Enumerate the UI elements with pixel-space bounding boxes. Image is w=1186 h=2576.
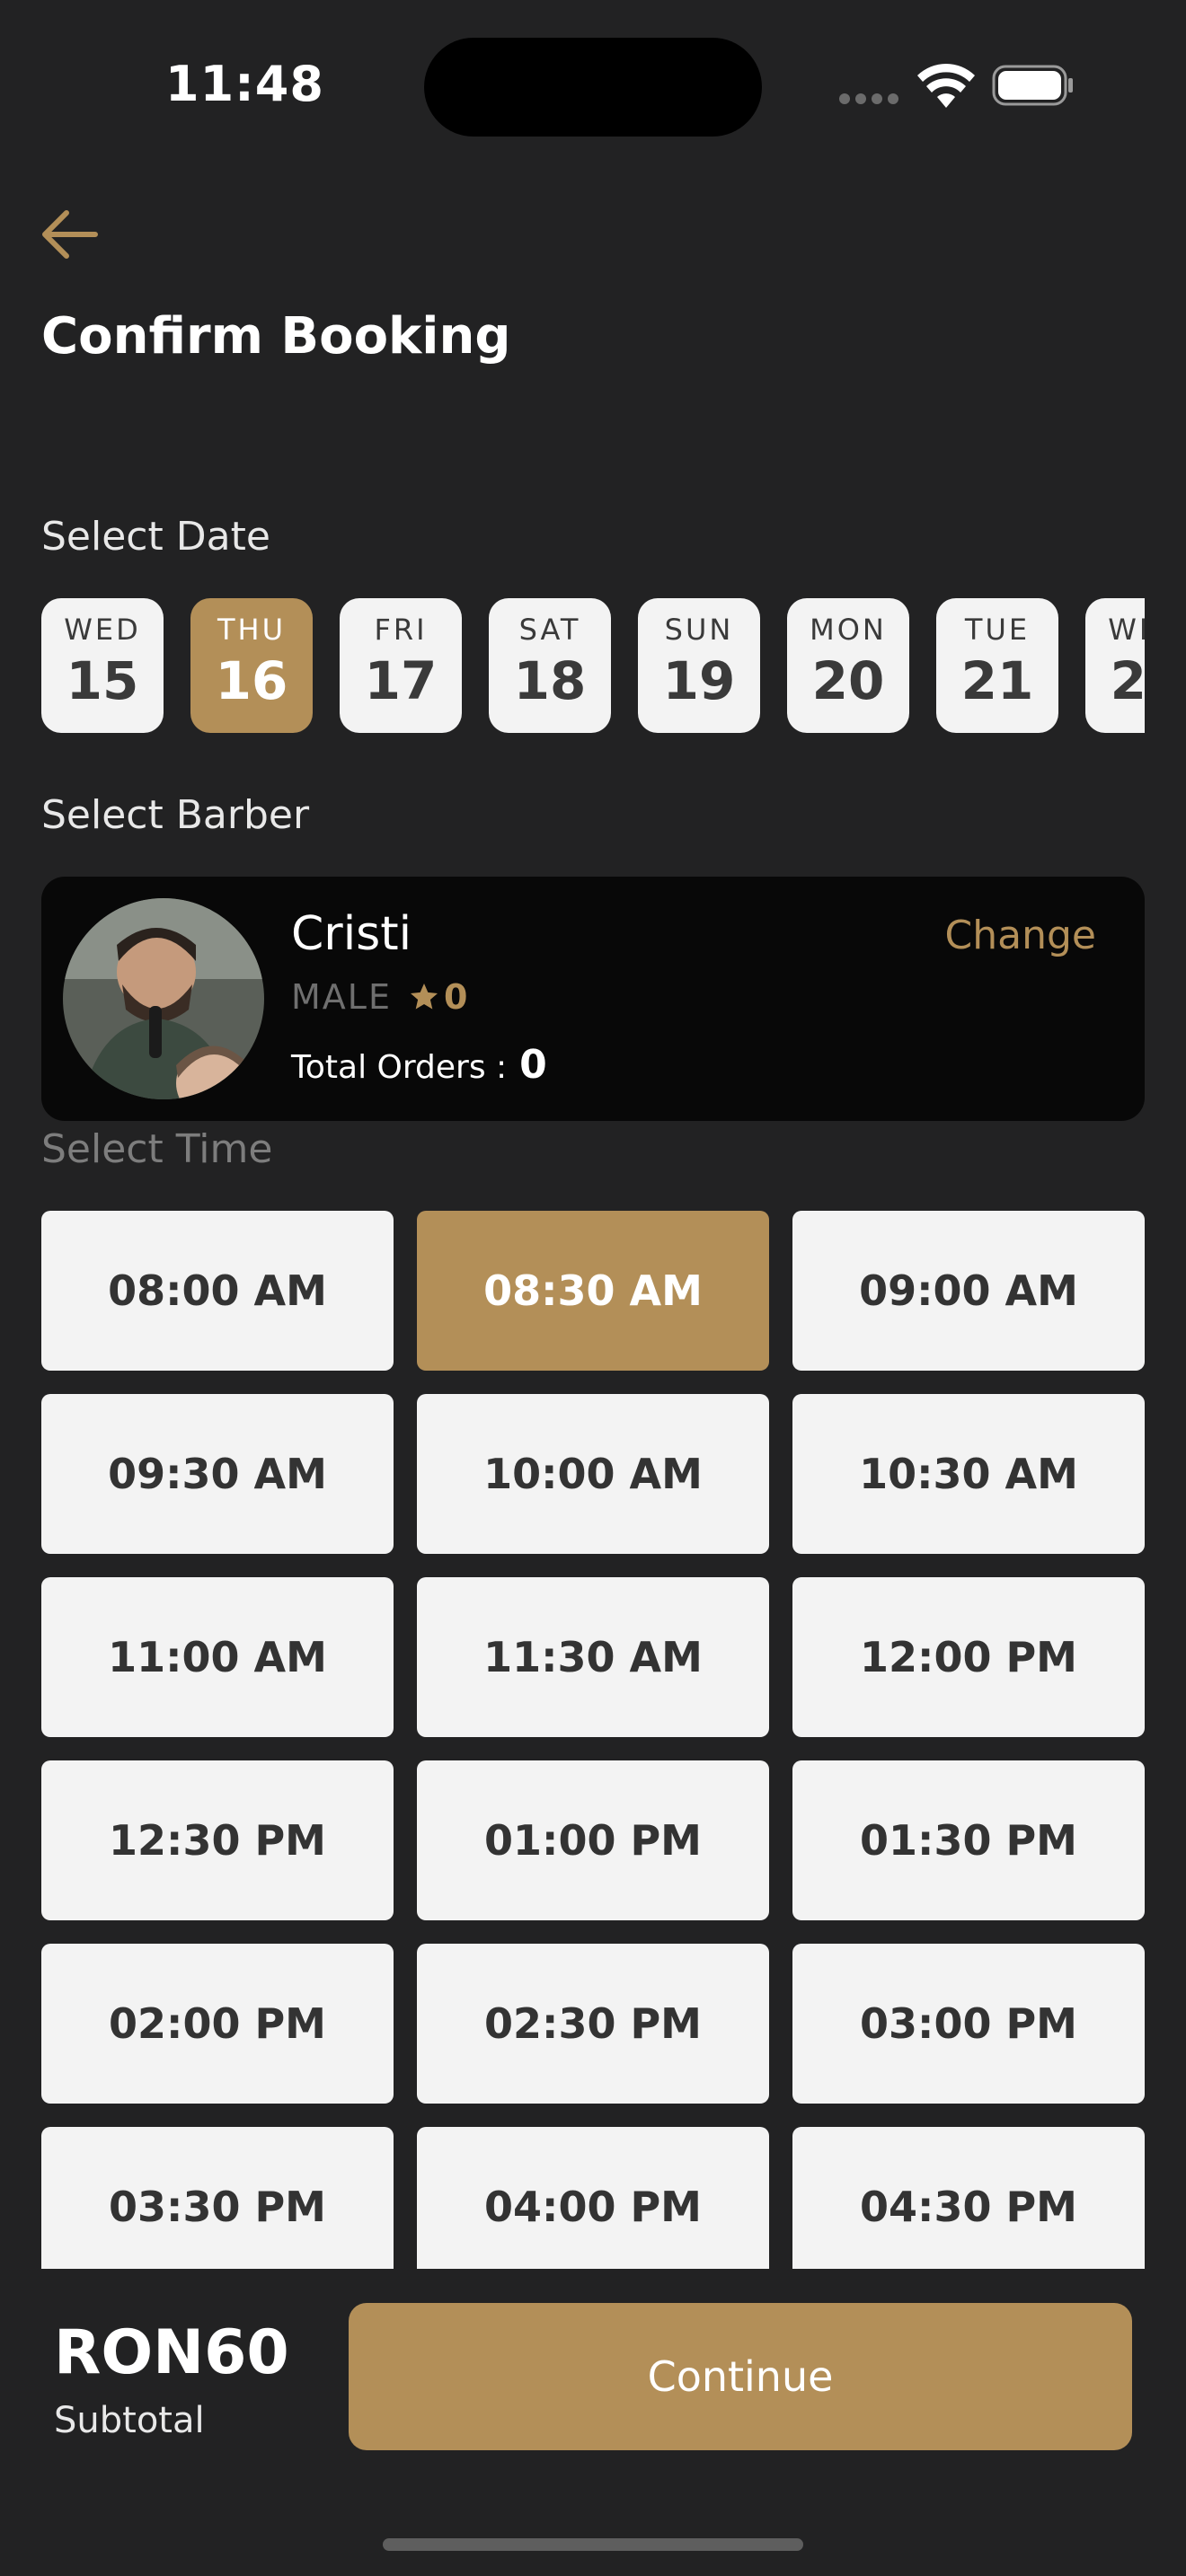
subtotal-label: Subtotal (54, 2400, 205, 2441)
date-day: 17 (364, 650, 438, 711)
barber-gender: MALE (291, 977, 392, 1017)
time-slot-button[interactable]: 04:30 PM (792, 2127, 1145, 2269)
barber-meta: MALE 0 (291, 977, 467, 1017)
date-weekday: THU (217, 613, 287, 647)
continue-button[interactable]: Continue (349, 2303, 1132, 2450)
wifi-icon (917, 64, 975, 108)
star-icon (410, 984, 438, 1010)
time-slot-button[interactable]: 04:00 PM (417, 2127, 769, 2269)
page-title: Confirm Booking (41, 307, 511, 366)
select-barber-label: Select Barber (41, 792, 310, 838)
date-day: 22 (1110, 650, 1145, 711)
date-day: 19 (662, 650, 736, 711)
date-card[interactable]: SUN 19 (638, 598, 760, 733)
time-slot-button[interactable]: 01:00 PM (417, 1760, 769, 1920)
date-card[interactable]: FRI 17 (340, 598, 462, 733)
date-day: 18 (513, 650, 587, 711)
time-slot-button[interactable]: 03:30 PM (41, 2127, 394, 2269)
battery-icon (992, 65, 1073, 106)
date-weekday: SUN (664, 613, 734, 647)
time-slot-button[interactable]: 08:30 AM (417, 1211, 769, 1371)
barber-card[interactable]: Cristi Change MALE 0 Total Orders : 0 (41, 877, 1145, 1121)
time-slot-button[interactable]: 10:00 AM (417, 1394, 769, 1554)
select-date-label: Select Date (41, 514, 270, 560)
signal-icon (839, 93, 898, 104)
status-time: 11:48 (165, 56, 324, 112)
date-strip[interactable]: WED15THU16FRI17SAT18SUN19MON20TUE21WED22 (41, 598, 1145, 733)
time-slot-button[interactable]: 12:30 PM (41, 1760, 394, 1920)
time-slot-button[interactable]: 02:00 PM (41, 1944, 394, 2104)
date-weekday: WED (1108, 613, 1145, 647)
date-weekday: TUE (964, 613, 1031, 647)
date-weekday: WED (64, 613, 141, 647)
barber-avatar (63, 898, 264, 1099)
date-card[interactable]: TUE 21 (936, 598, 1058, 733)
home-indicator (383, 2538, 803, 2551)
time-slot-button[interactable]: 12:00 PM (792, 1577, 1145, 1737)
date-card[interactable]: WED 15 (41, 598, 164, 733)
subtotal-price: RON60 (54, 2317, 289, 2388)
date-weekday: MON (810, 613, 887, 647)
time-slot-grid: 08:00 AM 08:30 AM 09:00 AM 09:30 AM 10:00 AM… (41, 1211, 1145, 2269)
date-day: 16 (215, 650, 288, 711)
barber-orders: Total Orders : 0 (291, 1042, 547, 1088)
date-day: 20 (811, 650, 885, 711)
checkout-bar: RON60 Subtotal Continue (0, 2269, 1186, 2576)
date-card[interactable]: WED22 (1085, 598, 1145, 733)
time-slot-button[interactable]: 09:00 AM (792, 1211, 1145, 1371)
time-slot-button[interactable]: 09:30 AM (41, 1394, 394, 1554)
back-arrow-icon[interactable] (40, 208, 99, 260)
time-slot-button[interactable]: 08:00 AM (41, 1211, 394, 1371)
select-time-label: Select Time (41, 1126, 273, 1172)
time-slot-button[interactable]: 03:00 PM (792, 1944, 1145, 2104)
barber-name: Cristi (291, 907, 412, 961)
date-day: 15 (66, 650, 139, 711)
date-weekday: SAT (518, 613, 581, 647)
barber-rating: 0 (443, 977, 468, 1017)
date-day: 21 (960, 650, 1034, 711)
change-barber-button[interactable]: Change (945, 913, 1096, 958)
time-slot-button[interactable]: 10:30 AM (792, 1394, 1145, 1554)
date-weekday: FRI (374, 613, 428, 647)
date-card[interactable]: MON 20 (787, 598, 909, 733)
time-slot-button[interactable]: 11:00 AM (41, 1577, 394, 1737)
date-card[interactable]: THU 16 (190, 598, 313, 733)
time-slot-button[interactable]: 02:30 PM (417, 1944, 769, 2104)
date-card[interactable]: SAT 18 (489, 598, 611, 733)
time-slot-button[interactable]: 11:30 AM (417, 1577, 769, 1737)
dynamic-island (424, 38, 762, 137)
orders-label: Total Orders : (291, 1049, 508, 1086)
time-slot-button[interactable]: 01:30 PM (792, 1760, 1145, 1920)
orders-value: 0 (519, 1042, 547, 1088)
